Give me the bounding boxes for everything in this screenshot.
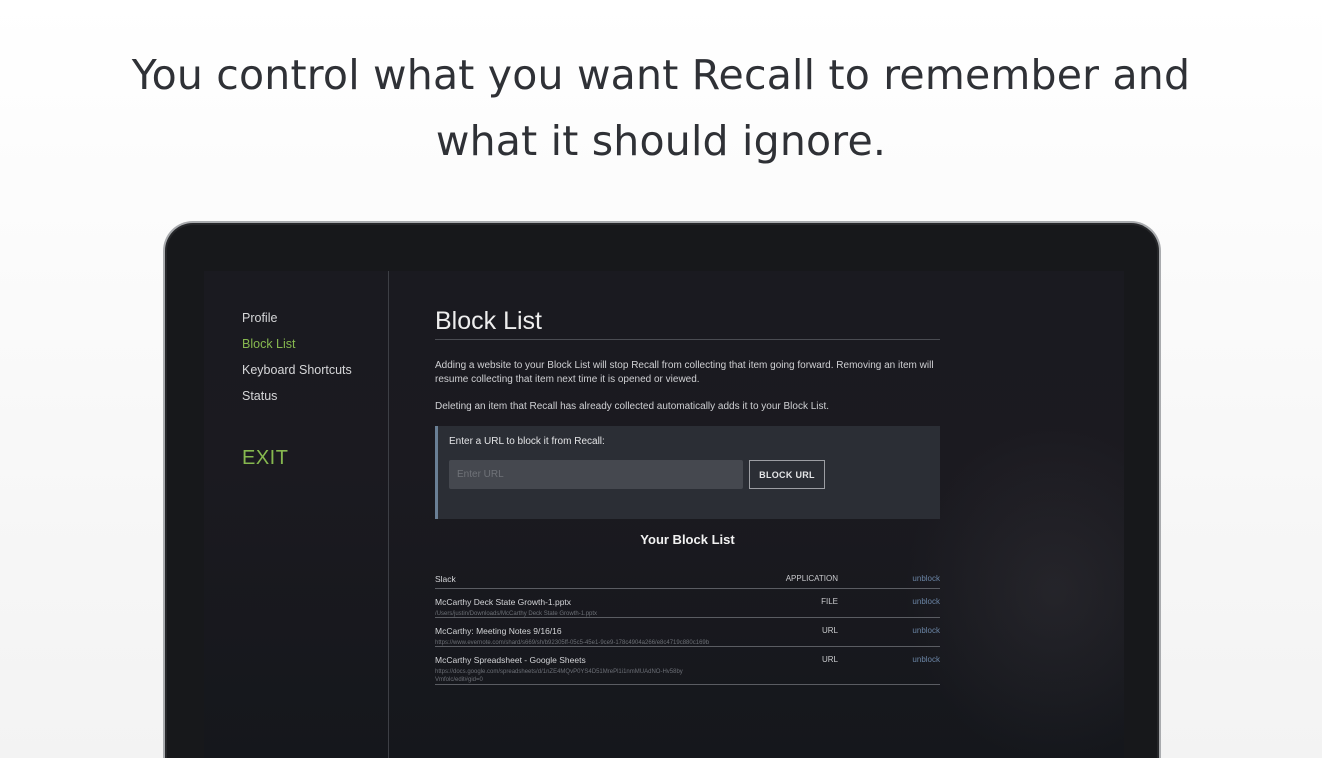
page-title: Block List (435, 307, 542, 335)
entry-path: https://www.evernote.com/shard/s669/sh/b… (435, 640, 710, 646)
entry-type: APPLICATION (785, 574, 838, 583)
entry-type: FILE (821, 597, 838, 606)
headline: You control what you want Recall to reme… (0, 42, 1322, 174)
block-url-button[interactable]: BLOCK URL (749, 460, 825, 489)
entry-type: URL (821, 655, 838, 664)
sidebar: Profile Block List Keyboard Shortcuts St… (204, 271, 389, 758)
entry-name: Slack (435, 574, 456, 584)
block-url-panel: Enter a URL to block it from Recall: BLO… (435, 426, 940, 519)
headline-line-2: what it should ignore. (435, 117, 887, 165)
sidebar-item-profile[interactable]: Profile (242, 311, 277, 325)
unblock-link[interactable]: unblock (912, 626, 940, 635)
description-block-list: Adding a website to your Block List will… (435, 360, 934, 385)
entry-path: https://docs.google.com/spreadsheets/d/1… (435, 669, 683, 683)
table-row: Slack APPLICATION unblock (435, 572, 940, 589)
table-row: McCarthy Deck State Growth-1.pptx /Users… (435, 595, 940, 618)
title-divider (435, 339, 940, 340)
table-row: McCarthy: Meeting Notes 9/16/16 https://… (435, 624, 940, 647)
sidebar-item-block-list[interactable]: Block List (242, 337, 296, 351)
unblock-link[interactable]: unblock (912, 597, 940, 606)
entry-name: McCarthy: Meeting Notes 9/16/16 (435, 626, 562, 636)
sidebar-item-status[interactable]: Status (242, 389, 277, 403)
exit-link[interactable]: EXIT (242, 447, 288, 470)
description-deleting: Deleting an item that Recall has already… (435, 401, 830, 412)
unblock-link[interactable]: unblock (912, 655, 940, 664)
entry-name: McCarthy Spreadsheet - Google Sheets (435, 655, 586, 665)
table-row: McCarthy Spreadsheet - Google Sheets htt… (435, 653, 940, 685)
app-screen: Profile Block List Keyboard Shortcuts St… (204, 271, 1124, 758)
entry-type: URL (821, 626, 838, 635)
block-list-heading: Your Block List (640, 532, 735, 547)
url-input-label: Enter a URL to block it from Recall: (449, 436, 605, 447)
main-content: Block List Adding a website to your Bloc… (435, 271, 940, 758)
block-list-table: Slack APPLICATION unblock McCarthy Deck … (435, 572, 940, 691)
unblock-link[interactable]: unblock (912, 574, 940, 583)
entry-path: /Users/justin/Downloads/McCarthy Deck St… (435, 611, 598, 617)
entry-name: McCarthy Deck State Growth-1.pptx (435, 597, 572, 607)
headline-line-1: You control what you want Recall to reme… (131, 51, 1191, 99)
sidebar-item-keyboard-shortcuts[interactable]: Keyboard Shortcuts (242, 363, 352, 377)
url-input[interactable] (449, 460, 743, 489)
